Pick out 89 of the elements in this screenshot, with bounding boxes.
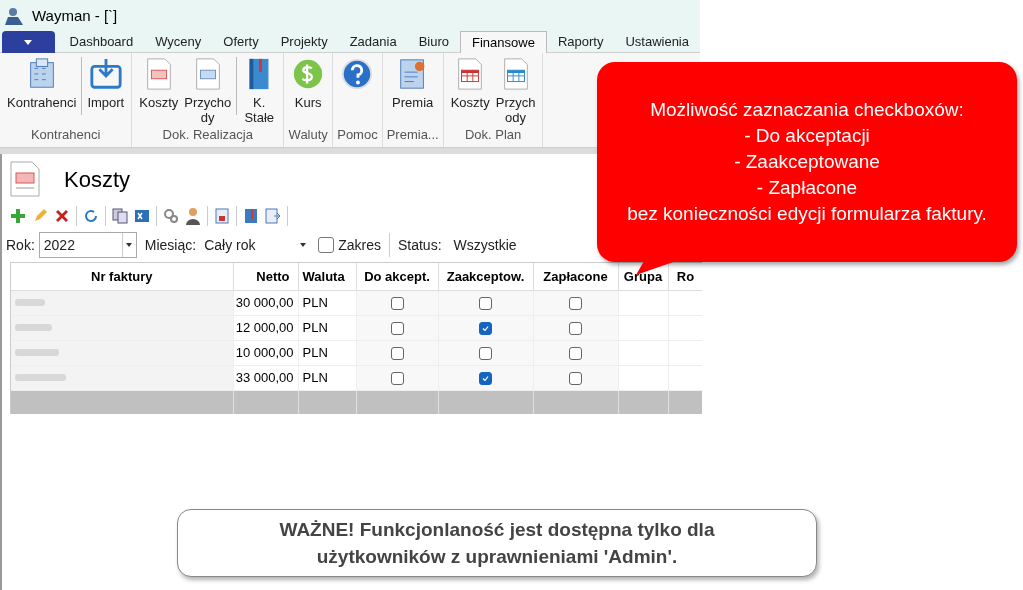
checkbox[interactable] bbox=[569, 371, 582, 385]
checkbox[interactable] bbox=[479, 321, 492, 335]
refresh-icon[interactable] bbox=[83, 208, 99, 224]
add-icon[interactable] bbox=[10, 208, 26, 224]
table-cell: 30 000,00 bbox=[233, 290, 298, 315]
table-cell: 10 000,00 bbox=[233, 340, 298, 365]
ribbon-tab[interactable]: Wyceny bbox=[144, 32, 213, 52]
column-header[interactable]: Do akcept. bbox=[356, 263, 438, 290]
checkbox[interactable] bbox=[569, 296, 582, 310]
ribbon-tab[interactable]: Projekty bbox=[269, 32, 339, 52]
callout-text: - Zapłacone bbox=[756, 176, 858, 200]
blurred-invoice-number bbox=[15, 324, 52, 331]
ribbon-tab[interactable]: Dashboard bbox=[58, 32, 145, 52]
status-value[interactable]: Wszystkie bbox=[453, 234, 517, 256]
window-title: Wayman - [`] bbox=[32, 5, 118, 26]
column-header[interactable]: Nr faktury bbox=[11, 263, 233, 290]
checkbox-label: Zakres bbox=[338, 235, 381, 255]
checkbox[interactable] bbox=[390, 321, 404, 335]
column-header[interactable]: Waluta bbox=[298, 263, 356, 290]
download-icon bbox=[88, 57, 123, 91]
field-label: Rok: bbox=[6, 235, 35, 255]
ribbon-group-label: Kontrahenci bbox=[30, 126, 101, 144]
export-icon[interactable] bbox=[265, 208, 281, 224]
ribbon-group-label: Waluty bbox=[288, 126, 328, 144]
column-header[interactable]: Netto bbox=[233, 263, 298, 290]
year-dropdown[interactable]: 2022 bbox=[38, 232, 137, 258]
ribbon-button[interactable]: Koszty bbox=[447, 57, 493, 110]
ribbon-group-label: Premia... bbox=[386, 126, 439, 144]
checkbox[interactable] bbox=[390, 346, 404, 360]
blurred-invoice-number bbox=[15, 374, 66, 381]
book-icon[interactable] bbox=[243, 208, 259, 224]
checkbox[interactable] bbox=[390, 296, 404, 310]
ribbon-button[interactable]: Premia bbox=[389, 57, 437, 110]
document-title: Koszty bbox=[64, 165, 131, 194]
ribbon-tab[interactable]: Zadania bbox=[338, 32, 408, 52]
table-cell: PLN bbox=[298, 365, 356, 390]
ribbon-group-label: Dok. Realizacja bbox=[162, 126, 253, 144]
ribbon-button[interactable]: Koszty bbox=[136, 57, 182, 110]
ribbon-button[interactable]: K. Stałe bbox=[239, 57, 280, 125]
gears-icon[interactable] bbox=[163, 208, 179, 224]
callout-text: - Zaakceptowane bbox=[734, 150, 880, 174]
checkbox[interactable] bbox=[479, 371, 492, 385]
app-menu-button[interactable] bbox=[2, 31, 55, 53]
ribbon-group-label: Pomoc bbox=[337, 126, 378, 144]
column-header[interactable]: Zaakceptow. bbox=[438, 263, 533, 290]
range-checkbox[interactable] bbox=[318, 237, 335, 253]
note-text: WAŻNE! Funkcjonlaność jest dostępna tylko dla użytkowników z uprawnieniami 'Admin'. bbox=[278, 518, 716, 569]
help-icon bbox=[340, 57, 375, 91]
ribbon-tab[interactable]: Finansowe bbox=[460, 31, 547, 53]
table-cell: PLN bbox=[298, 315, 356, 340]
checkbox[interactable] bbox=[479, 296, 492, 310]
field-label: Status: bbox=[397, 235, 442, 255]
document-icon bbox=[10, 161, 40, 197]
ribbon-tab[interactable]: Raporty bbox=[546, 32, 615, 52]
excel-icon[interactable] bbox=[134, 208, 150, 224]
checkbox[interactable] bbox=[479, 346, 492, 360]
caret-icon bbox=[300, 243, 307, 247]
ribbon-button[interactable]: Przych ody bbox=[492, 57, 539, 125]
person-icon[interactable] bbox=[185, 207, 201, 225]
caret-icon bbox=[24, 39, 33, 45]
ribbon-button[interactable]: Kurs bbox=[288, 57, 329, 110]
checkbox[interactable] bbox=[390, 371, 404, 385]
table-cell: PLN bbox=[298, 340, 356, 365]
ribbon-tab[interactable]: Oferty bbox=[212, 32, 270, 52]
ribbon-tab[interactable]: Ustawienia bbox=[614, 32, 700, 52]
table-cell: PLN bbox=[298, 290, 356, 315]
callout-text: bez konieczności edycji formularza faktury. bbox=[627, 202, 987, 226]
column-header[interactable]: Zapłacone bbox=[533, 263, 618, 290]
table-cell: 12 000,00 bbox=[233, 315, 298, 340]
field-label: Miesiąc: bbox=[144, 235, 197, 255]
caret-icon bbox=[126, 243, 133, 247]
checkbox[interactable] bbox=[569, 346, 582, 360]
ribbon-button[interactable]: Przycho dy bbox=[181, 57, 235, 125]
callout-text: Możliwość zaznaczania checkboxów: bbox=[650, 98, 964, 122]
blurred-invoice-number bbox=[15, 349, 59, 356]
copy-icon[interactable] bbox=[112, 208, 128, 224]
check-icon bbox=[482, 375, 489, 381]
checkbox[interactable] bbox=[569, 321, 582, 335]
ribbon-group-label: Dok. Plan bbox=[464, 126, 522, 144]
ribbon-button[interactable]: Import bbox=[84, 57, 128, 110]
ribbon-tab[interactable]: Biuro bbox=[407, 32, 460, 52]
app-icon bbox=[4, 6, 24, 26]
check-icon bbox=[482, 325, 489, 331]
callout-text: - Do akceptacji bbox=[744, 124, 870, 148]
blurred-invoice-number bbox=[15, 299, 45, 306]
ribbon-button[interactable]: Kontrahenci bbox=[4, 57, 80, 110]
table-cell: 33 000,00 bbox=[233, 365, 298, 390]
report-icon[interactable] bbox=[214, 208, 230, 224]
delete-icon[interactable] bbox=[54, 208, 70, 224]
